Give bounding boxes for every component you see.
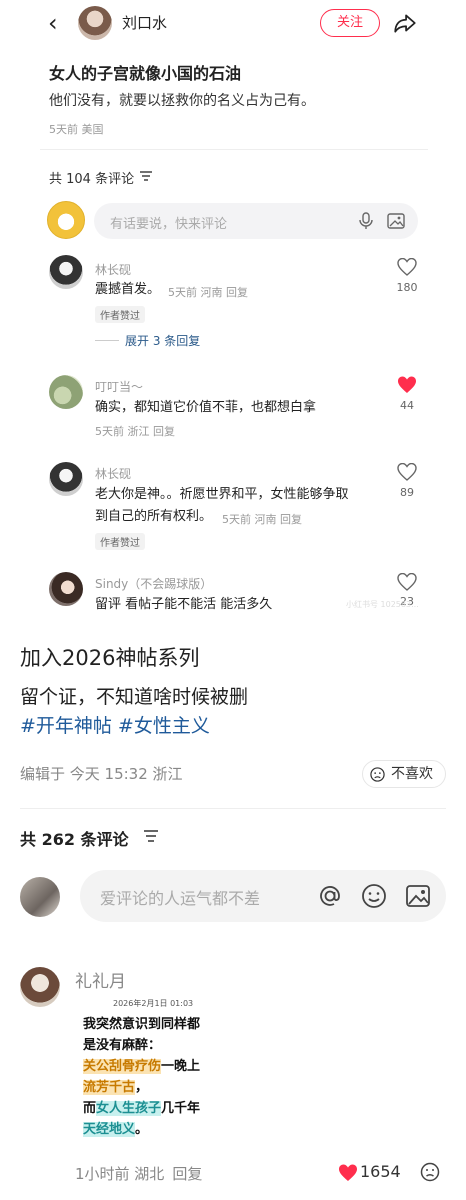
comment-text: 留评 看帖子能不能活 能活多久 (95, 597, 273, 612)
like-heart-icon[interactable] (397, 573, 417, 591)
comment-avatar[interactable] (49, 375, 83, 409)
image-icon[interactable] (404, 882, 432, 910)
author-liked-badge: 作者赞过 (95, 533, 145, 550)
text-fragment: ， (135, 1080, 149, 1095)
author-liked-badge: 作者赞过 (95, 306, 145, 323)
comment-count: 共 104 条评论 (49, 172, 135, 187)
comment-avatar[interactable] (49, 572, 83, 606)
liked-heart-icon[interactable] (338, 1164, 358, 1182)
comment-author[interactable]: 林长砚 (95, 261, 131, 278)
commenter-name[interactable]: 礼礼月 (75, 967, 126, 992)
like-count: 89 (400, 486, 414, 499)
post-tags: #开年神帖 #女性主义 (20, 711, 216, 738)
like-count: 180 (396, 281, 418, 294)
note-body: 他们没有，就要以拯救你的名义占为己有。 (49, 93, 315, 109)
comment-meta[interactable]: 5天前 河南 回复 (222, 511, 302, 527)
highlight: 关公刮骨疗伤 (83, 1059, 162, 1074)
follow-button[interactable]: 关注 (320, 9, 380, 37)
comment-text: 震撼首发。 (95, 282, 161, 297)
sort-icon[interactable] (140, 171, 152, 181)
share-icon[interactable] (392, 10, 418, 36)
liked-heart-icon[interactable] (397, 376, 417, 394)
text-fragment: 。 (135, 1122, 149, 1137)
comment-input-placeholder: 有话要说，快来评论 (110, 217, 228, 232)
comment-avatar[interactable] (49, 255, 83, 289)
watermark: 小红书号 102583... (346, 600, 419, 609)
comment-author[interactable]: 叮叮当～ (95, 378, 143, 395)
divider (20, 808, 446, 809)
comment-meta[interactable]: 5天前 河南 回复 (168, 284, 248, 300)
frown-icon (370, 767, 385, 782)
dislike-label: 不喜欢 (391, 766, 433, 782)
frown-icon[interactable] (420, 1162, 440, 1182)
like-count: 1654 (360, 1162, 401, 1181)
comment-image[interactable]: 2026年2月1日 01:03 我突然意识到同样都 是没有麻醉： 关公刮骨疗伤一… (75, 993, 225, 1143)
image-text-line: 关公刮骨疗伤一晚上 (83, 1055, 200, 1074)
author-name[interactable]: 刘口水 (122, 12, 167, 33)
note-title: 女人的子宫就像小国的石油 (49, 64, 242, 83)
like-heart-icon[interactable] (397, 463, 417, 481)
image-text-line: 是没有麻醉： (83, 1038, 162, 1053)
text-fragment: 而 (83, 1101, 97, 1116)
mic-icon[interactable] (356, 211, 376, 231)
emoji-icon[interactable] (360, 882, 388, 910)
text-fragment: 一晚上 (161, 1059, 201, 1074)
post-body: 留个证，不知道啥时候被删 (20, 686, 249, 708)
image-text-line: 而女人生孩子几千年 (83, 1097, 200, 1116)
reply-button[interactable]: 回复 (172, 1165, 202, 1183)
highlight: 流芳千古 (83, 1080, 136, 1095)
hashtag-link[interactable]: #开年神帖 (20, 715, 112, 737)
note-meta: 5天前 美国 (49, 123, 104, 136)
comment-text-line-1: 老大你是神。。祈愿世界和平，女性能够争取 (95, 487, 349, 502)
comment-author[interactable]: Sindy（不会踢球版） (95, 575, 212, 592)
divider (40, 149, 428, 150)
at-mention-icon[interactable] (316, 882, 344, 910)
image-date: 2026年2月1日 01:03 (113, 999, 194, 1008)
image-icon[interactable] (386, 211, 406, 231)
like-heart-icon[interactable] (397, 258, 417, 276)
back-button[interactable]: ‹ (48, 10, 68, 36)
post-title: 加入2026神帖系列 (20, 646, 200, 670)
image-text-line: 天经地义。 (83, 1118, 148, 1137)
sort-icon[interactable] (144, 830, 158, 842)
like-count: 44 (400, 399, 414, 412)
embedded-screenshot: ‹ 刘口水 关注 女人的子宫就像小国的石油 他们没有，就要以拯救你的名义占为己有… (0, 0, 466, 630)
comment-author[interactable]: 林长砚 (95, 465, 131, 482)
hashtag-link[interactable]: #女性主义 (118, 715, 210, 737)
highlight: 天经地义 (83, 1122, 136, 1137)
comment-time-location: 1小时前 湖北 (75, 1165, 165, 1183)
expand-divider (95, 340, 119, 341)
my-avatar (47, 201, 85, 239)
current-user-avatar (20, 877, 60, 917)
image-text-line: 流芳千古， (83, 1076, 148, 1095)
total-comments: 共 262 条评论 (20, 830, 129, 849)
dislike-button[interactable]: 不喜欢 (362, 760, 446, 788)
highlight: 女人生孩子 (96, 1101, 162, 1116)
comment-text-line-2: 到自己的所有权利。 (95, 509, 213, 524)
expand-replies-button[interactable]: 展开 3 条回复 (125, 332, 200, 349)
author-avatar[interactable] (78, 6, 112, 40)
comment-avatar[interactable] (49, 462, 83, 496)
comment-input[interactable]: 有话要说，快来评论 (94, 203, 418, 239)
commenter-avatar[interactable] (20, 967, 60, 1007)
comment-input-placeholder: 爱评论的人运气都不差 (100, 889, 261, 908)
text-fragment: 几千年 (161, 1101, 201, 1116)
comment-input[interactable]: 爱评论的人运气都不差 (80, 870, 446, 922)
post-meta: 编辑于 今天 15:32 浙江 (20, 765, 183, 783)
image-text-line: 我突然意识到同样都 (83, 1017, 201, 1032)
comment-meta[interactable]: 5天前 浙江 回复 (95, 423, 175, 439)
comment-meta: 1小时前 湖北 回复 (75, 1163, 202, 1184)
embedded-top-bar: ‹ 刘口水 关注 (0, 0, 466, 46)
comment-text: 确实，都知道它价值不菲，也都想白拿 (95, 400, 317, 415)
